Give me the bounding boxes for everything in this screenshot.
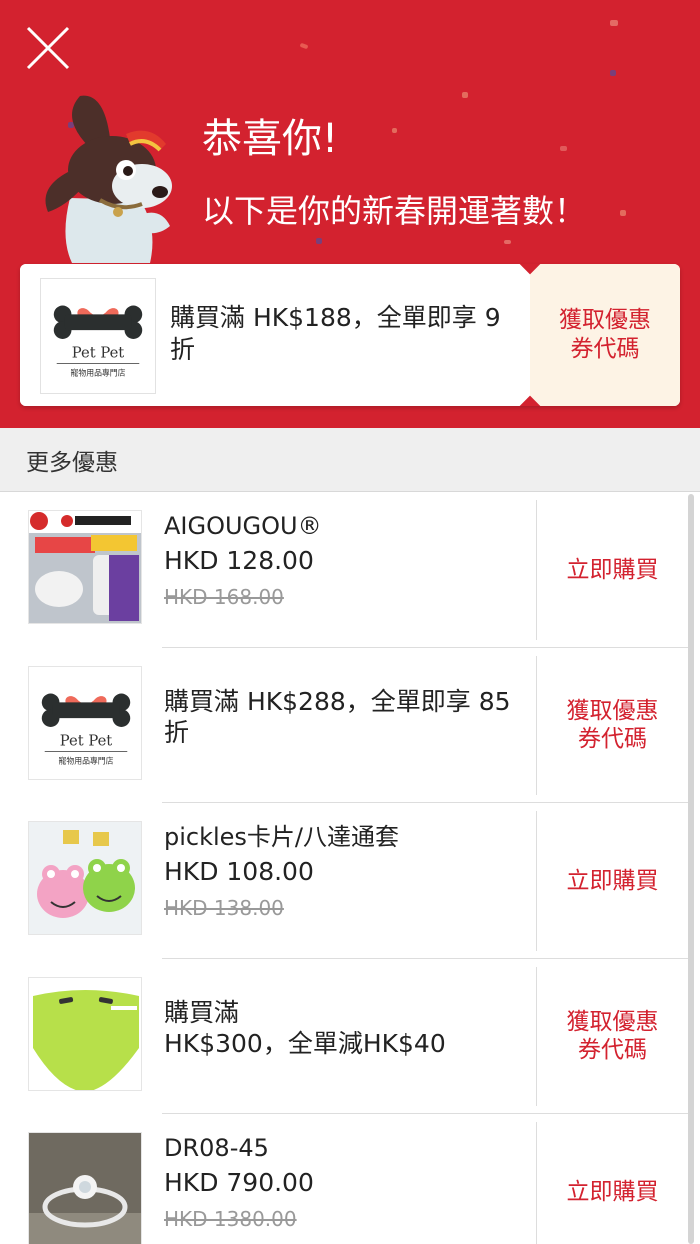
product-price: HKD 790.00: [164, 1168, 314, 1197]
confetti: [462, 92, 468, 98]
scrollbar[interactable]: [688, 494, 694, 1244]
petpet-logo: Pet Pet 寵物用品專門店: [40, 278, 156, 394]
get-coupon-code-button[interactable]: 獲取優惠 券代碼: [537, 648, 688, 804]
list-item[interactable]: 購買滿 HK$300，全單減HK$40 獲取優惠 券代碼: [0, 959, 700, 1115]
petpet-logo-name: Pet Pet: [72, 345, 125, 362]
get-coupon-label-1: 獲取優惠: [566, 1009, 659, 1036]
coupon-title: 購買滿 HK$288，全單即享 85 折: [164, 686, 511, 747]
product-thumbnail: [28, 510, 142, 624]
product-original-price: HKD 138.00: [164, 896, 284, 920]
confetti: [316, 238, 322, 244]
coupon-info: 購買滿 HK$300，全單減HK$40: [164, 997, 520, 1059]
confetti: [620, 210, 626, 216]
get-coupon-label-2: 券代碼: [578, 1037, 647, 1064]
brand-logo-thumbnail: [28, 976, 142, 1091]
close-icon: [26, 26, 70, 70]
coupon-body: Pet Pet 寵物用品專門店 購買滿 HK$188，全單即享 9 折: [20, 264, 530, 406]
product-info: DR08-45 HKD 790.00 HKD 1380.00: [164, 1132, 520, 1236]
confetti: [610, 20, 618, 26]
get-coupon-code-button[interactable]: 獲取優惠 券代碼: [537, 959, 688, 1115]
product-thumbnail: [28, 1132, 142, 1244]
section-header: 更多優惠: [0, 428, 700, 492]
product-info: pickles卡片/八達通套 HKD 108.00 HKD 138.00: [164, 821, 520, 925]
confetti: [610, 70, 616, 76]
section-title: 更多優惠: [26, 449, 118, 476]
confetti: [299, 42, 309, 50]
product-thumbnail: [28, 821, 142, 935]
hero-banner: 恭喜你! 以下是你的新春開運著數！ Pet Pet 寵物用品專門店 購買滿 HK…: [0, 0, 700, 428]
hero-title: 恭喜你!: [202, 116, 339, 162]
petpet-logo-name: Pet Pet: [60, 732, 113, 749]
coupon-info: 購買滿 HK$288，全單即享 85 折: [164, 686, 520, 748]
get-coupon-label-1: 獲取優惠: [566, 698, 659, 725]
offers-list[interactable]: AIGOUGOU® HKD 128.00 HKD 168.00 立即購買 Pet…: [0, 492, 700, 1244]
coupon-title: 購買滿 HK$300，全單減HK$40: [164, 997, 446, 1058]
buy-now-button[interactable]: 立即購買: [537, 803, 688, 959]
list-item[interactable]: AIGOUGOU® HKD 128.00 HKD 168.00 立即購買: [0, 492, 700, 648]
buy-now-button[interactable]: 立即購買: [537, 492, 688, 648]
product-original-price: HKD 1380.00: [164, 1207, 297, 1231]
get-coupon-label-2: 券代碼: [578, 726, 647, 753]
product-price: HKD 108.00: [164, 857, 314, 886]
product-price: HKD 128.00: [164, 546, 314, 575]
list-item[interactable]: DR08-45 HKD 790.00 HKD 1380.00 立即購買: [0, 1114, 700, 1244]
product-title: pickles卡片/八達通套: [164, 823, 400, 851]
product-info: AIGOUGOU® HKD 128.00 HKD 168.00: [164, 510, 520, 614]
buy-now-button[interactable]: 立即購買: [537, 1114, 688, 1244]
get-coupon-label-2: 券代碼: [570, 336, 640, 362]
list-item[interactable]: Pet Pet 寵物用品專門店 購買滿 HK$288，全單即享 85 折 獲取優…: [0, 648, 700, 804]
get-coupon-label-1: 獲取優惠: [559, 307, 651, 333]
confetti: [504, 240, 511, 244]
product-title: DR08-45: [164, 1134, 269, 1162]
petpet-logo-sub: 寵物用品專門店: [70, 367, 125, 377]
hero-subtitle: 以下是你的新春開運著數！: [202, 192, 587, 230]
close-button[interactable]: [22, 22, 74, 74]
confetti: [392, 128, 397, 133]
product-title: AIGOUGOU®: [164, 512, 322, 540]
dog-mascot-illustration: [45, 95, 172, 263]
list-item[interactable]: pickles卡片/八達通套 HKD 108.00 HKD 138.00 立即購…: [0, 803, 700, 959]
featured-coupon-card: Pet Pet 寵物用品專門店 購買滿 HK$188，全單即享 9 折 獲取優惠…: [20, 264, 680, 406]
coupon-description: 購買滿 HK$188，全單即享 9 折: [170, 303, 501, 364]
petpet-logo-sub: 寵物用品專門店: [58, 755, 113, 765]
confetti: [560, 146, 567, 151]
petpet-logo-thumbnail: Pet Pet 寵物用品專門店: [28, 665, 142, 780]
get-coupon-code-button[interactable]: 獲取優惠 券代碼: [530, 264, 680, 406]
product-original-price: HKD 168.00: [164, 585, 284, 609]
